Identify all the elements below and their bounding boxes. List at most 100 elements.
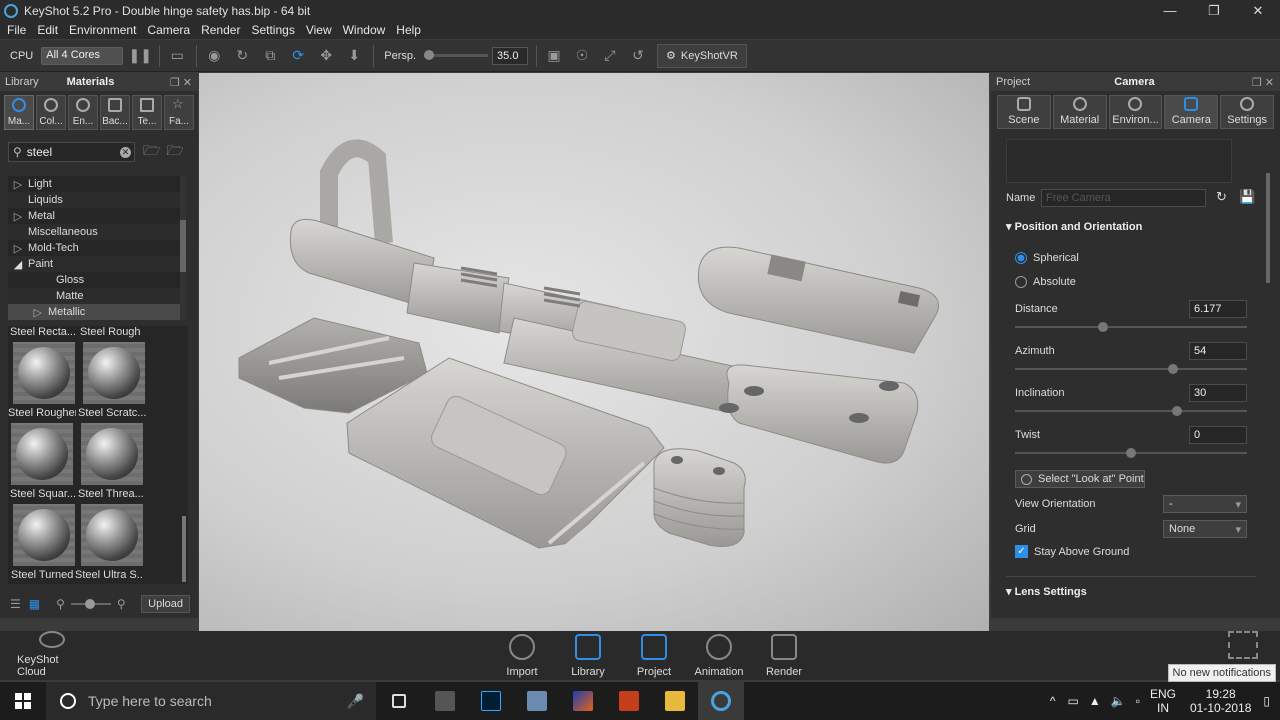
start-button[interactable] — [0, 682, 46, 720]
image-app[interactable] — [560, 682, 606, 720]
tab-favorites[interactable]: ☆ Fa... — [164, 95, 194, 130]
pause-icon[interactable]: ❚❚ — [129, 45, 152, 67]
keyshot-cloud-button[interactable]: KeyShot Cloud — [17, 631, 87, 680]
thumbs-scrollbar[interactable] — [182, 516, 186, 582]
inclination-field[interactable]: 30 — [1189, 384, 1247, 402]
material-search-input[interactable]: ⚲ steel ✕ — [8, 142, 135, 162]
tree-item-light[interactable]: ▷ Light — [8, 176, 186, 192]
project-button[interactable]: Project — [619, 631, 689, 680]
list-view-icon[interactable]: ☰ — [10, 597, 21, 611]
tree-item-miscellaneous[interactable]: Miscellaneous — [8, 224, 186, 240]
reset-icon[interactable]: ↻ — [231, 45, 253, 67]
tab-library[interactable]: Library — [5, 76, 39, 88]
animation-button[interactable]: Animation — [684, 631, 754, 680]
dolly-icon[interactable]: ⬇ — [343, 45, 365, 67]
upload-button[interactable]: Upload — [141, 595, 190, 613]
geometry-icon[interactable]: ☉ — [571, 45, 593, 67]
render-viewport[interactable] — [199, 73, 989, 631]
refresh-camera-icon[interactable]: ↻ — [1216, 189, 1227, 205]
menu-help[interactable]: Help — [396, 23, 421, 37]
rotate-camera-icon[interactable]: ⟳ — [287, 45, 309, 67]
menu-view[interactable]: View — [306, 23, 332, 37]
distance-slider[interactable] — [1015, 322, 1247, 332]
library-button[interactable]: Library — [553, 631, 623, 680]
fov-slider[interactable] — [424, 50, 489, 60]
network-icon[interactable]: ▲ — [1089, 694, 1101, 708]
twist-knob[interactable] — [1126, 448, 1136, 458]
message-icon[interactable]: ▫ — [1136, 694, 1140, 708]
material-thumb[interactable]: Steel Rougher — [8, 407, 76, 485]
menu-environment[interactable]: Environment — [69, 23, 136, 37]
render-button[interactable]: Render — [749, 631, 819, 680]
viewport-icon[interactable]: ▣ — [543, 45, 565, 67]
chevron-up-icon[interactable]: ^ — [1050, 694, 1056, 708]
select-look-at-button[interactable]: Select "Look at" Point — [1015, 470, 1145, 488]
lens-section-header[interactable]: ▾ Lens Settings — [1006, 585, 1087, 598]
material-thumb[interactable]: Steel Turned — [11, 569, 79, 583]
material-thumb[interactable]: Steel Rough — [80, 326, 148, 404]
tab-colors[interactable]: Col... — [36, 95, 66, 130]
thumb-size-knob[interactable] — [84, 599, 95, 609]
copy-icon[interactable]: ⧉ — [259, 45, 281, 67]
taskbar-search[interactable]: Type here to search 🎤 — [46, 682, 376, 720]
project-scrollbar[interactable] — [1266, 173, 1270, 283]
tab-materials[interactable]: Materials — [67, 76, 115, 88]
action-center-icon[interactable]: ▯ — [1263, 694, 1270, 708]
collapse-icon[interactable]: ◢ — [8, 258, 28, 271]
menu-file[interactable]: File — [7, 23, 26, 37]
tree-item-paint[interactable]: ◢ Paint — [8, 256, 186, 272]
azimuth-field[interactable]: 54 — [1189, 342, 1247, 360]
tree-scroll-thumb[interactable] — [180, 220, 186, 272]
powerpoint-app[interactable] — [606, 682, 652, 720]
clear-search-icon[interactable]: ✕ — [120, 146, 131, 158]
absolute-radio[interactable] — [1015, 276, 1027, 288]
file-explorer-app[interactable] — [652, 682, 698, 720]
microphone-icon[interactable]: 🎤 — [347, 693, 364, 710]
keyshot-app[interactable] — [698, 682, 744, 720]
tree-item-mold-tech[interactable]: ▷ Mold-Tech — [8, 240, 186, 256]
tab-materials-cat[interactable]: Ma... — [4, 95, 34, 130]
tree-item-metal[interactable]: ▷ Metal — [8, 208, 186, 224]
maximize-button[interactable]: ❐ — [1194, 0, 1234, 21]
explorer-app[interactable] — [514, 682, 560, 720]
distance-knob[interactable] — [1098, 322, 1109, 332]
material-thumb[interactable]: Steel Recta... — [10, 326, 78, 404]
expand-icon[interactable]: ▷ — [8, 210, 28, 223]
menu-render[interactable]: Render — [201, 23, 240, 37]
material-thumb[interactable]: Steel Scratc... — [78, 407, 146, 485]
twist-slider[interactable] — [1015, 448, 1247, 458]
language-indicator[interactable]: ENG IN — [1150, 687, 1176, 715]
calculator-app[interactable] — [422, 682, 468, 720]
cores-select[interactable]: All 4 Cores — [41, 46, 124, 65]
azimuth-knob[interactable] — [1167, 364, 1178, 374]
menu-edit[interactable]: Edit — [37, 23, 58, 37]
tab-environment[interactable]: Environ... — [1108, 95, 1163, 129]
import-button[interactable]: Import — [487, 631, 557, 680]
tab-environments[interactable]: En... — [68, 95, 98, 130]
spherical-radio[interactable] — [1015, 252, 1027, 264]
twist-field[interactable]: 0 — [1189, 426, 1247, 444]
tab-camera-header[interactable]: Camera — [1114, 76, 1154, 88]
folder-open-icon[interactable]: 🗁 — [143, 140, 160, 164]
volume-icon[interactable]: 🔈 — [1111, 694, 1126, 708]
tree-item-matte[interactable]: Matte — [8, 288, 186, 304]
minimize-button[interactable]: — — [1150, 0, 1190, 21]
position-section-header[interactable]: ▾ Position and Orientation — [1006, 220, 1142, 233]
panel-float-icon[interactable]: ❐ ✕ — [170, 76, 192, 89]
tab-backplates[interactable]: Bac... — [100, 95, 130, 130]
material-thumb[interactable]: Steel Squar... — [10, 488, 78, 566]
thumb-size-slider[interactable] — [70, 599, 111, 609]
photoshop-app[interactable] — [468, 682, 514, 720]
close-button[interactable]: ✕ — [1238, 0, 1278, 21]
expand-icon[interactable]: ▷ — [8, 242, 28, 255]
refresh-icon[interactable]: ↺ — [627, 45, 649, 67]
material-thumb[interactable]: Steel Threa... — [78, 488, 146, 566]
material-thumb[interactable]: Steel Ultra S... — [75, 569, 143, 583]
tree-item-metallic[interactable]: ▷ Metallic — [8, 304, 186, 320]
pan-icon[interactable]: ✥ — [315, 45, 337, 67]
menu-settings[interactable]: Settings — [251, 23, 294, 37]
fullscreen-icon[interactable] — [1228, 631, 1258, 659]
tab-camera[interactable]: Camera — [1164, 95, 1219, 129]
fov-slider-knob[interactable] — [424, 50, 435, 60]
region-icon[interactable]: ▭ — [166, 45, 188, 67]
